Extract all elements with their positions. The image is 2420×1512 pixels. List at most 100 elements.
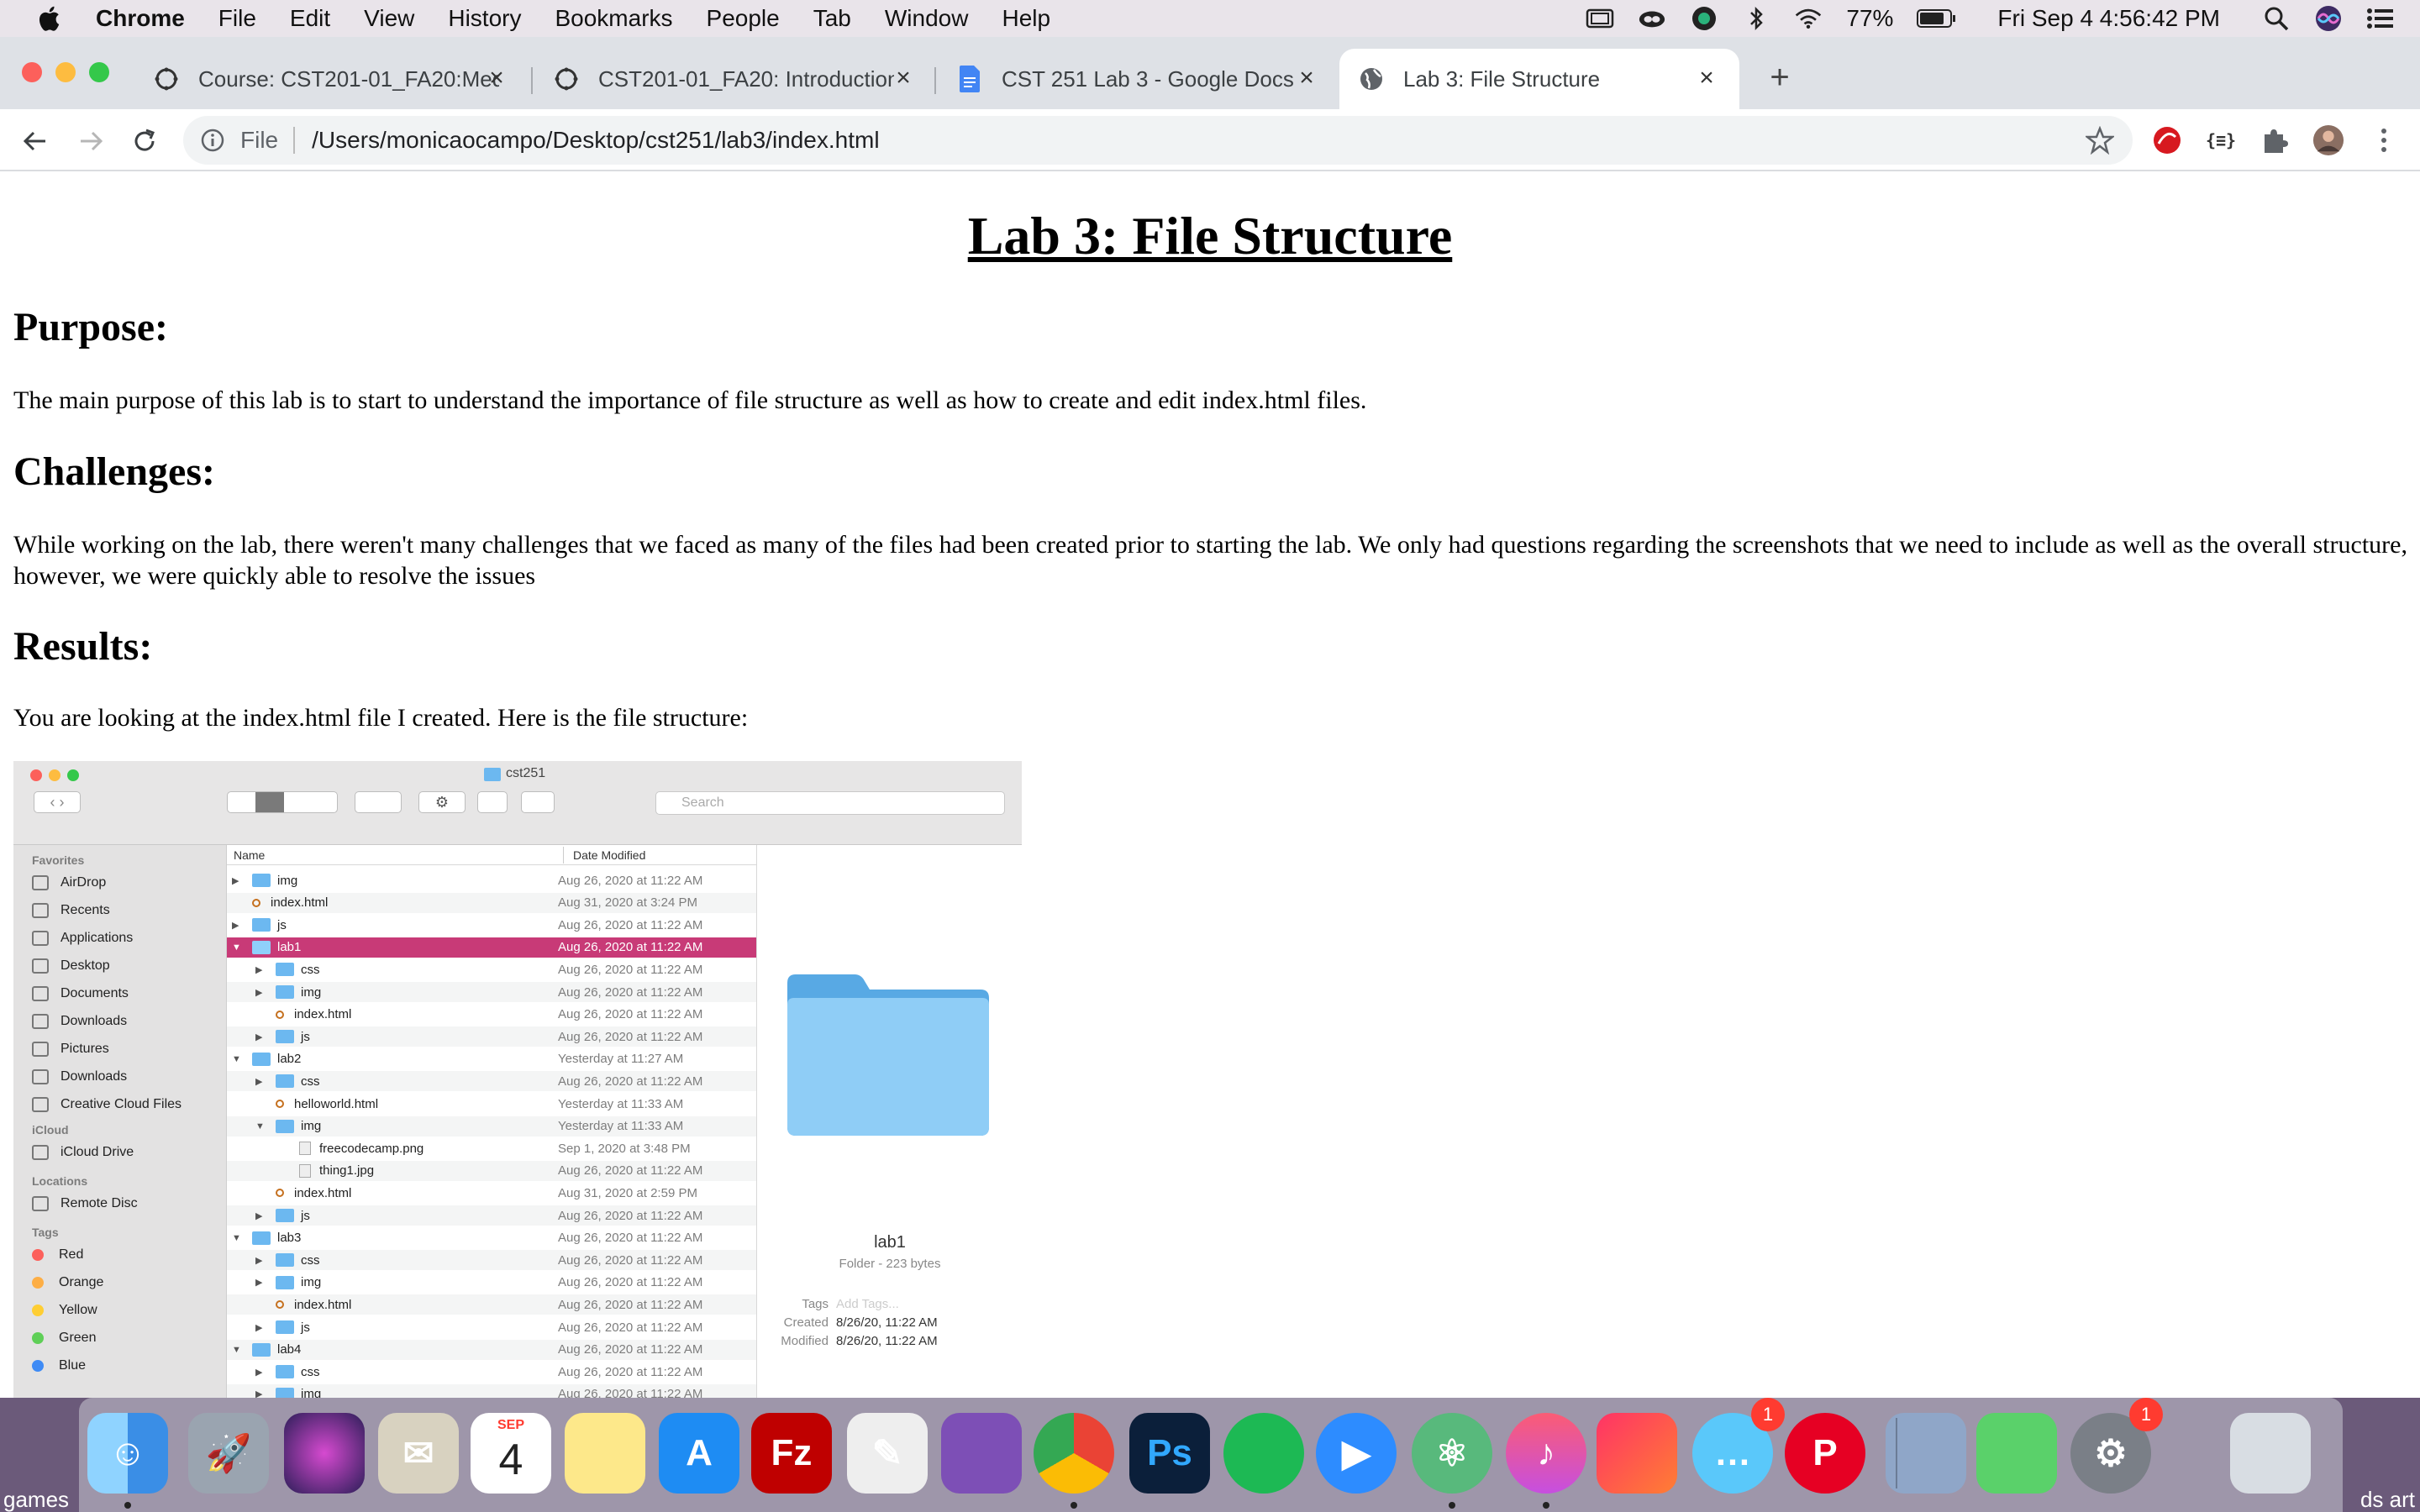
page-title: Lab 3: File Structure [967, 206, 1453, 265]
creative-cloud-menu-icon[interactable] [1638, 6, 1666, 31]
chrome-icon[interactable] [1034, 1413, 1114, 1494]
atom-icon[interactable]: ⚛ [1412, 1413, 1492, 1494]
spotlight-search-icon[interactable] [2262, 6, 2291, 31]
file-date: Aug 26, 2020 at 11:22 AM [558, 1387, 703, 1398]
siri-icon[interactable] [284, 1413, 365, 1494]
sidecar-icon[interactable] [1586, 6, 1614, 31]
preview-icon[interactable] [1886, 1413, 1966, 1494]
desktop-label-right[interactable]: ds art [2360, 1487, 2415, 1512]
github-icon[interactable] [941, 1413, 1022, 1494]
battery-icon[interactable] [1917, 6, 1957, 31]
tab-course-intro[interactable]: CST201-01_FA20: Introduction × [534, 49, 936, 109]
disclosure-closed-icon: ▶ [255, 1322, 263, 1333]
menu-tab[interactable]: Tab [813, 5, 851, 32]
apple-menu-icon[interactable] [35, 3, 66, 34]
new-tab-button[interactable]: + [1760, 57, 1800, 97]
creative-cloud-icon[interactable] [1597, 1413, 1677, 1494]
sidebar-item: Recents [32, 900, 110, 921]
reload-button[interactable] [126, 123, 163, 160]
close-tab-icon[interactable]: × [1294, 64, 1319, 92]
tab-course-media[interactable]: Course: CST201-01_FA20:Media × [134, 49, 529, 109]
tab-lab3-active[interactable]: Lab 3: File Structure × [1339, 49, 1739, 109]
tab-title: CST201-01_FA20: Introduction [598, 66, 894, 92]
clock[interactable]: Fri Sep 4 4:56:42 PM [1997, 5, 2220, 32]
menu-app-name[interactable]: Chrome [96, 5, 185, 32]
notification-center-icon[interactable] [2366, 6, 2395, 31]
grammarly-icon[interactable] [1690, 6, 1718, 31]
file-date: Aug 26, 2020 at 11:22 AM [558, 940, 703, 955]
file-date: Aug 26, 2020 at 11:22 AM [558, 1007, 703, 1022]
address-bar[interactable]: File /Users/monicaocampo/Desktop/cst251/… [183, 116, 2133, 165]
menu-edit[interactable]: Edit [290, 5, 330, 32]
itunes-icon[interactable]: ♪ [1506, 1413, 1586, 1494]
menu-people[interactable]: People [707, 5, 780, 32]
close-tab-icon[interactable]: × [1694, 64, 1719, 92]
photoshop-icon[interactable]: Ps [1129, 1413, 1210, 1494]
tab-google-docs[interactable]: CST 251 Lab 3 - Google Docs × [938, 49, 1339, 109]
globe-favicon-icon [1358, 66, 1385, 92]
profile-avatar[interactable] [2312, 124, 2344, 156]
file-date: Aug 26, 2020 at 11:22 AM [558, 1231, 703, 1246]
spotify-icon[interactable] [1223, 1413, 1304, 1494]
chrome-menu-icon[interactable] [2368, 124, 2400, 156]
zoom-icon[interactable]: ▶ [1316, 1413, 1397, 1494]
zoom-window-button[interactable] [89, 62, 109, 82]
folder-icon [276, 1320, 294, 1334]
bluetooth-icon[interactable] [1742, 6, 1770, 31]
disclosure-closed-icon: ▶ [255, 1210, 263, 1221]
file-date: Aug 26, 2020 at 11:22 AM [558, 1029, 703, 1044]
menu-history[interactable]: History [448, 5, 521, 32]
launchpad-icon[interactable]: 🚀 [188, 1413, 269, 1494]
filezilla-icon[interactable]: Fz [751, 1413, 832, 1494]
folder-icon [252, 918, 271, 932]
app-store-icon[interactable]: A [659, 1413, 739, 1494]
tag-color-dot-icon [32, 1332, 44, 1344]
back-button[interactable] [17, 123, 54, 160]
close-window-button[interactable] [22, 62, 42, 82]
menu-help[interactable]: Help [1002, 5, 1050, 32]
menu-bookmarks[interactable]: Bookmarks [555, 5, 672, 32]
file-date: Aug 26, 2020 at 11:22 AM [558, 1364, 703, 1379]
close-tab-icon[interactable]: × [891, 64, 916, 92]
trend-micro-extension-icon[interactable] [2151, 124, 2183, 156]
site-info-icon[interactable] [200, 128, 225, 153]
file-row-name-cell: ▶ css [255, 1253, 320, 1268]
extensions-puzzle-icon[interactable] [2259, 124, 2291, 156]
forward-button[interactable] [72, 123, 109, 160]
wifi-icon[interactable] [1794, 6, 1823, 31]
notes-icon[interactable] [565, 1413, 645, 1494]
file-row: ▼ lab1 Aug 26, 2020 at 11:22 AM [227, 937, 756, 958]
minimize-window-button[interactable] [55, 62, 76, 82]
file-name: index.html [294, 1007, 352, 1022]
calendar-icon[interactable]: SEP 4 [471, 1413, 551, 1494]
sidebar-item: Desktop [32, 955, 110, 977]
tag-color-dot-icon [32, 1360, 44, 1372]
disclosure-closed-icon: ▶ [255, 1255, 263, 1266]
close-tab-icon[interactable]: × [484, 64, 509, 92]
file-date: Yesterday at 11:27 AM [558, 1052, 684, 1067]
disclosure-closed-icon: ▶ [255, 1076, 263, 1087]
battery-percent: 77% [1846, 5, 1894, 31]
finder-preview-pane: lab1 Folder - 223 bytes Tags Add Tags...… [756, 845, 1022, 1398]
clip-studio-icon[interactable]: ✎ [847, 1413, 928, 1494]
mail-icon[interactable]: ✉ [378, 1413, 459, 1494]
finder-icon[interactable]: ☺ [87, 1413, 168, 1494]
url-text[interactable]: /Users/monicaocampo/Desktop/cst251/lab3/… [312, 127, 879, 154]
preview-created-label: Created [783, 1315, 829, 1330]
menu-file[interactable]: File [218, 5, 256, 32]
desktop-label-left[interactable]: games [3, 1487, 69, 1512]
file-row-name-cell: ▶ img [255, 985, 321, 1000]
json-viewer-extension-icon[interactable]: {≡} [2205, 124, 2237, 156]
file-name: lab4 [277, 1342, 302, 1357]
facetime-icon[interactable] [1976, 1413, 2057, 1494]
omnibox-divider [293, 127, 296, 154]
pinterest-icon[interactable]: P [1785, 1413, 1865, 1494]
file-date: Aug 26, 2020 at 11:22 AM [558, 1275, 703, 1290]
siri-menu-icon[interactable] [2314, 6, 2343, 31]
sidebar-item-label: Orange [59, 1275, 104, 1289]
column-date-header: Date Modified [573, 848, 646, 862]
menu-window[interactable]: Window [885, 5, 969, 32]
bookmark-star-icon[interactable] [2086, 126, 2114, 155]
menu-view[interactable]: View [364, 5, 414, 32]
trash-icon[interactable] [2230, 1413, 2311, 1494]
